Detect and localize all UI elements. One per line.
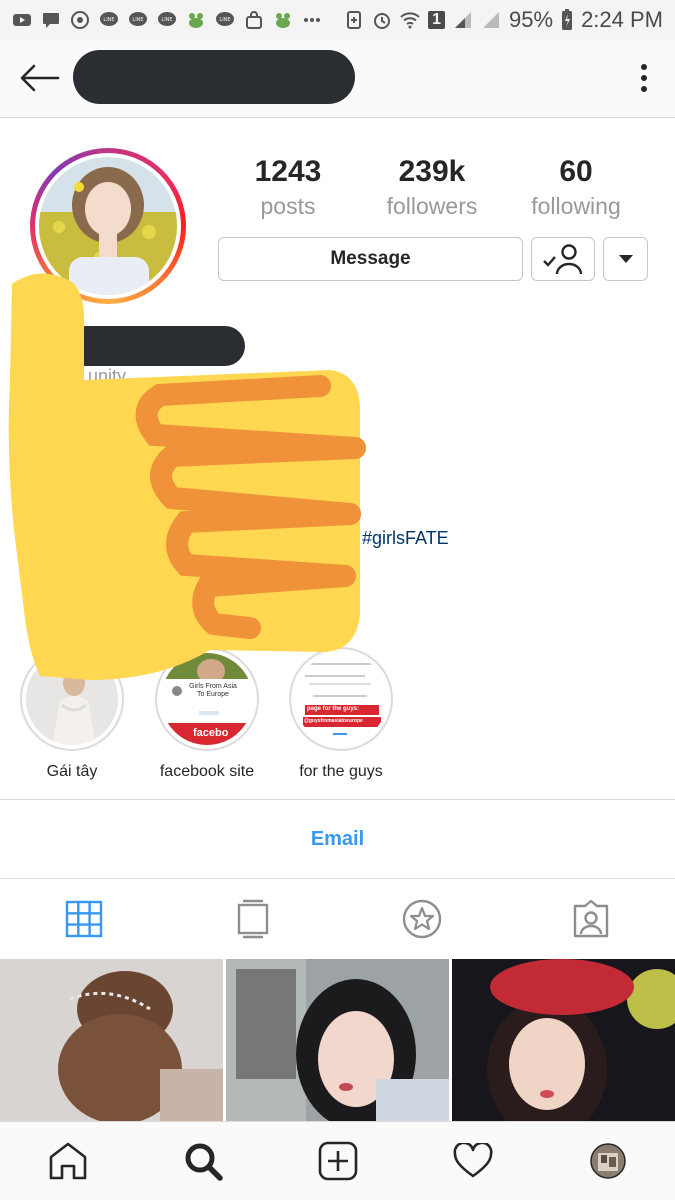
more-icon (304, 18, 320, 22)
line-icon: LINE (100, 12, 118, 26)
bottom-nav (0, 1121, 675, 1200)
line-icon: LINE (216, 12, 234, 26)
post-thumbnail[interactable] (452, 959, 675, 1121)
grid-icon (66, 900, 103, 938)
back-arrow-icon[interactable] (18, 62, 60, 94)
following-button[interactable] (531, 237, 595, 281)
email-button[interactable]: Email (0, 828, 675, 851)
user-check-icon (543, 244, 583, 275)
svg-text:LINE: LINE (132, 17, 143, 23)
igtv-icon (237, 899, 269, 939)
highlight-label: for the guys (299, 763, 383, 780)
username-redaction (73, 50, 355, 104)
highlight-thumb-handle: @guysfromasiatoeurope (304, 718, 363, 724)
nav-home[interactable] (38, 1131, 98, 1191)
bio-category: unity (88, 366, 127, 386)
status-bar: LINE LINE LINE LINE 1 95% 2:24 PM (0, 0, 675, 40)
nav-add-post[interactable] (308, 1131, 368, 1191)
following-count: 60 (559, 155, 593, 188)
highlight-thumb-text: Girls From Asia To Europe (189, 683, 237, 698)
message-button[interactable]: Message (218, 237, 523, 281)
highlight-gai-tay[interactable]: Gái tây (20, 647, 124, 781)
profile-avatar[interactable] (39, 157, 177, 295)
svg-text:LINE: LINE (103, 17, 114, 23)
post-thumbnail[interactable] (226, 959, 449, 1121)
signal-icon (483, 12, 500, 28)
whatsapp-icon (71, 11, 89, 29)
followers-label: followers (386, 193, 478, 219)
featured-star-icon (402, 899, 442, 939)
posts-stat[interactable]: 1243 posts (218, 155, 358, 220)
youtube-icon (13, 14, 31, 26)
followers-count: 239k (398, 155, 466, 188)
frog-icon (189, 13, 203, 28)
highlight-thumb-text: page for the guys: (307, 706, 360, 712)
profile-tabs (0, 879, 675, 959)
home-icon (49, 1142, 86, 1180)
message-icon (43, 13, 59, 28)
add-post-icon (318, 1141, 357, 1181)
highlight-for-the-guys[interactable]: page for the guys: @guysfromasiatoeurope… (289, 647, 393, 781)
nav-activity[interactable] (443, 1131, 503, 1191)
activity-heart-icon (452, 1143, 493, 1178)
alarm-icon (374, 13, 391, 29)
tab-grid[interactable] (54, 889, 114, 949)
divider (0, 799, 675, 800)
posts-count: 1243 (254, 155, 322, 188)
bio-fragment: k (24, 585, 32, 602)
svg-text:LINE: LINE (219, 17, 230, 23)
suggested-dropdown-button[interactable] (603, 237, 648, 281)
highlight-thumbnail: Girls From Asia To Europe facebo (161, 653, 253, 745)
line-icon: LINE (129, 12, 147, 26)
highlight-thumb-banner: facebo (193, 727, 229, 739)
nav-profile[interactable] (578, 1131, 638, 1191)
caret-down-icon (618, 255, 633, 263)
following-stat[interactable]: 60 following (506, 155, 646, 220)
search-icon (185, 1143, 223, 1181)
frog-icon (276, 13, 290, 28)
following-label: following (531, 193, 621, 219)
line-icon: LINE (158, 12, 176, 26)
wifi-icon (400, 12, 420, 29)
post-thumbnail[interactable] (0, 959, 223, 1121)
battery-percent: 95% (509, 7, 554, 32)
sim-badge: 1 (428, 11, 446, 29)
signal-icon (455, 12, 472, 28)
tab-tagged[interactable] (561, 889, 621, 949)
tab-igtv[interactable] (223, 889, 283, 949)
bio-hashtag-link[interactable]: #girlsFATE (362, 528, 449, 549)
profile-avatar-icon (589, 1143, 626, 1179)
svg-text:LINE: LINE (161, 17, 172, 23)
kebab-menu-icon[interactable] (630, 62, 658, 94)
highlight-thumbnail (26, 653, 118, 745)
battery-icon (562, 9, 573, 30)
tab-featured[interactable] (392, 889, 452, 949)
posts-label: posts (260, 193, 316, 219)
followers-stat[interactable]: 239k followers (362, 155, 502, 220)
battery-saver-icon (347, 11, 362, 29)
highlight-facebook-site[interactable]: Girls From Asia To Europe facebo faceboo… (155, 647, 259, 781)
clock: 2:24 PM (581, 7, 663, 32)
highlight-thumbnail: page for the guys: @guysfromasiatoeurope (295, 653, 387, 745)
tagged-icon (573, 900, 608, 938)
nav-search[interactable] (173, 1131, 233, 1191)
name-redaction (45, 326, 245, 366)
shopping-bag-icon (246, 11, 262, 29)
